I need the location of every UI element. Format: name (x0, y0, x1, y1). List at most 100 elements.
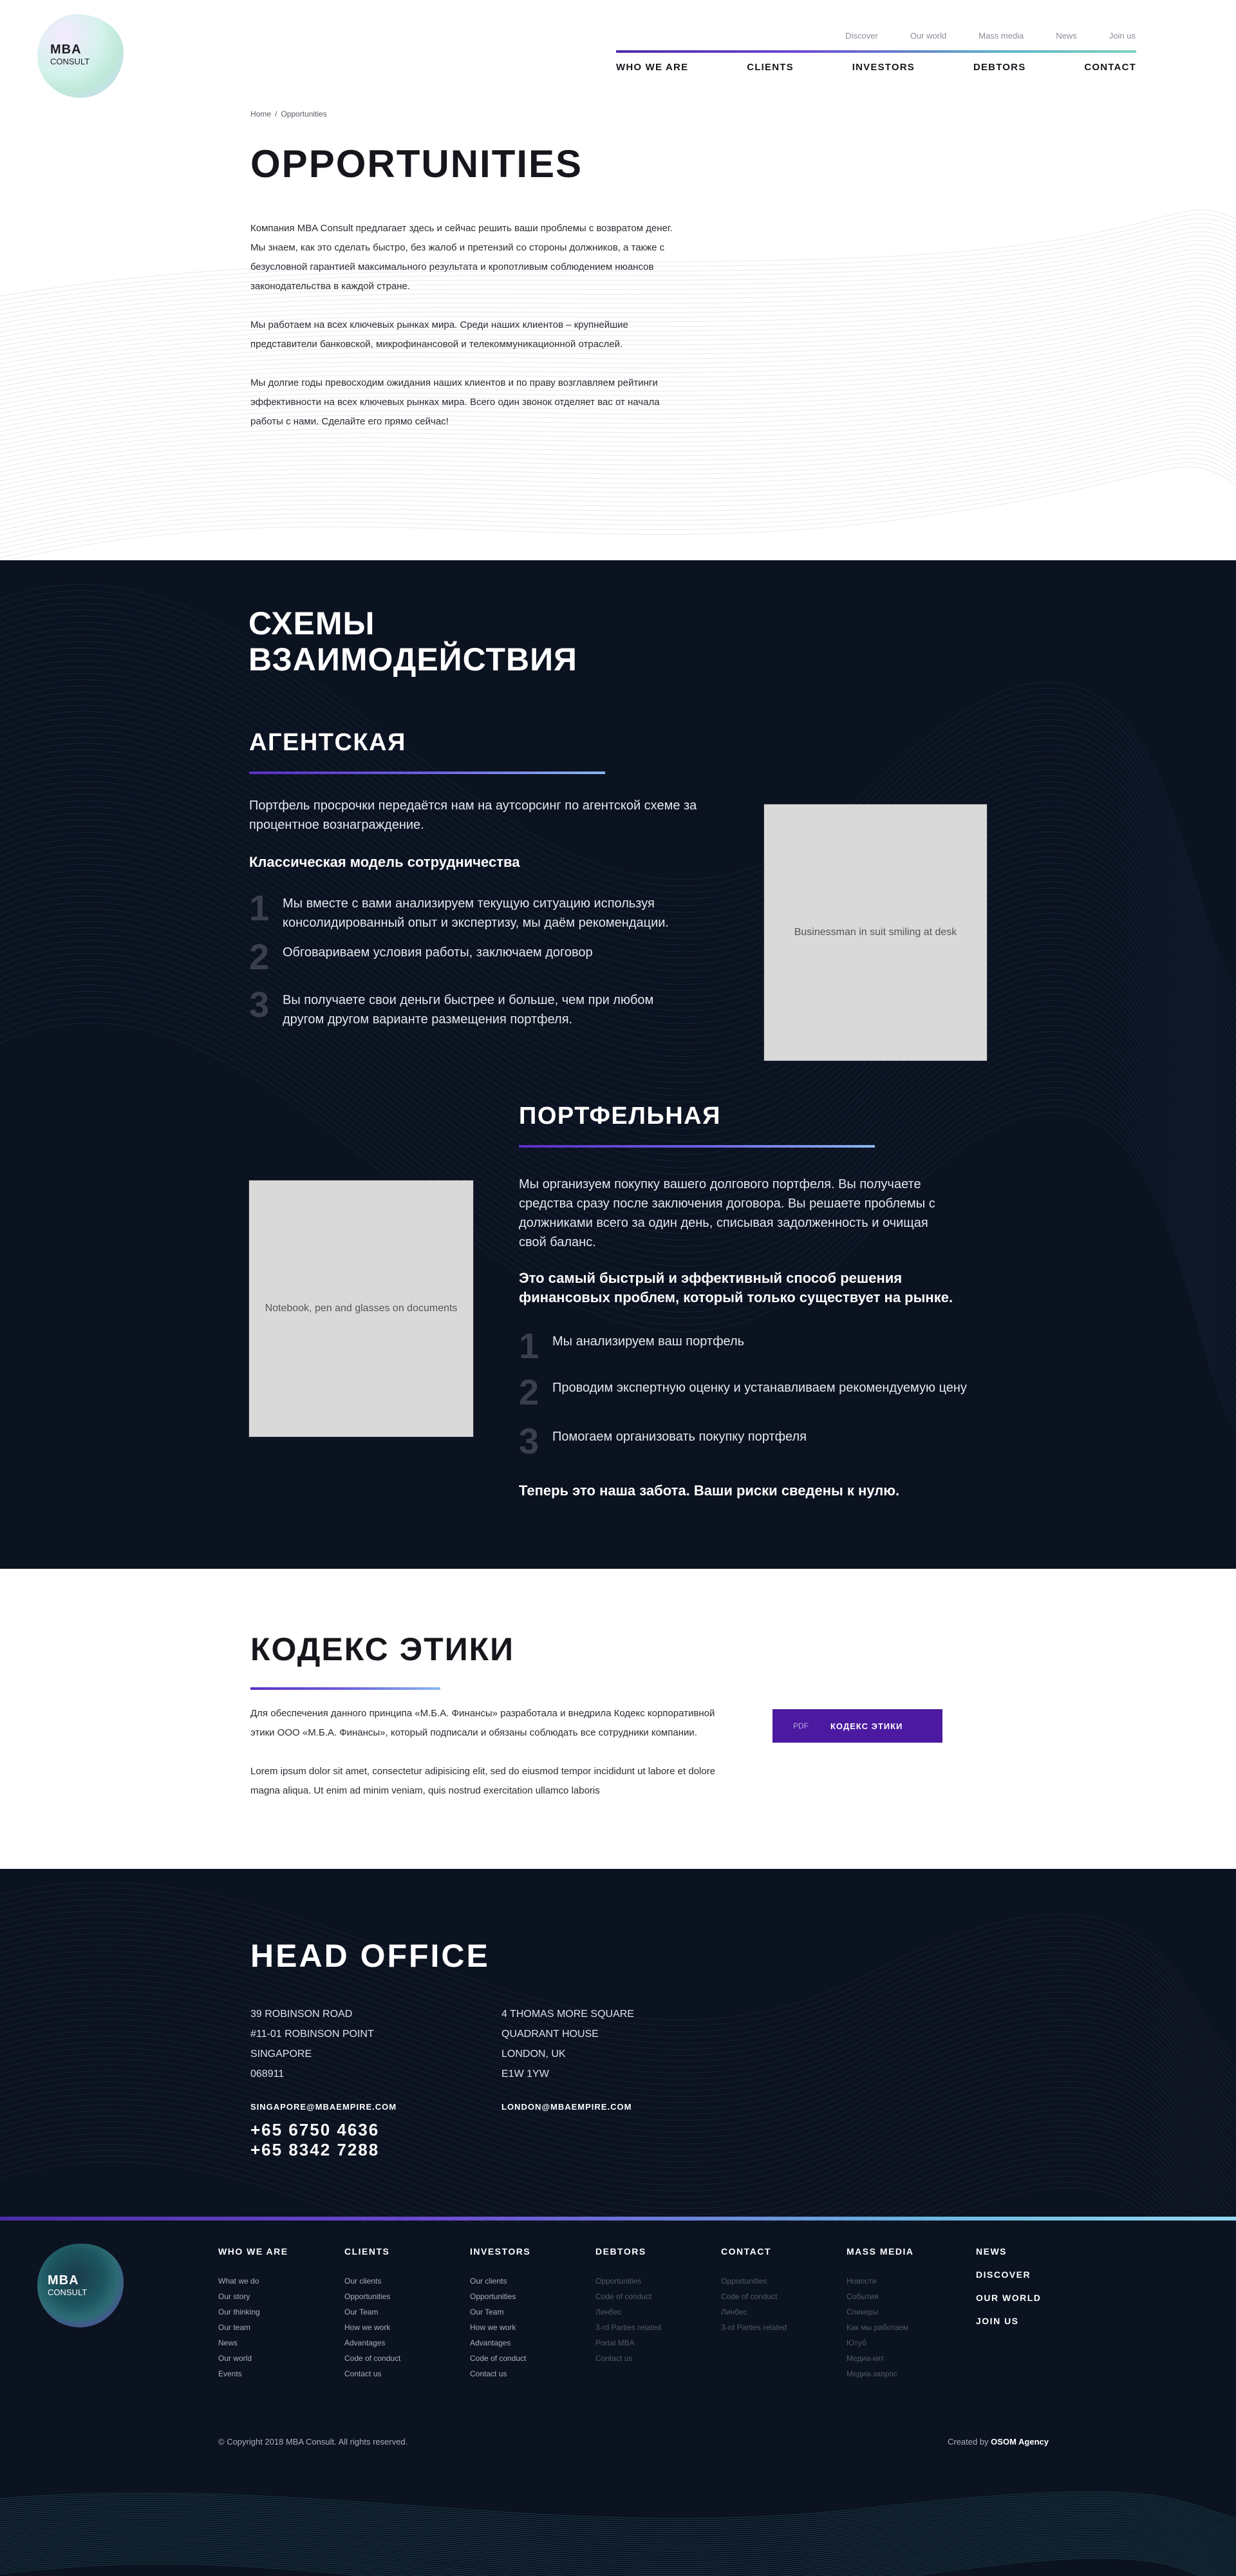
step-number: 1 (519, 1325, 539, 1366)
footer-link[interactable]: Our Team (470, 2304, 530, 2320)
footer-link[interactable]: Code of conduct (344, 2351, 400, 2366)
footer-link[interactable]: Code of conduct (470, 2351, 530, 2366)
footer-link[interactable]: Спикеры (847, 2304, 913, 2320)
footer-link[interactable]: Contact us (595, 2351, 661, 2366)
schemes-title: СХЕМЫ ВЗАИМОДЕЙСТВИЯ (248, 605, 577, 677)
intro-paragraph: Мы работаем на всех ключевых рынках мира… (250, 319, 628, 350)
schemes-title-line: СХЕМЫ (248, 605, 375, 641)
top-link-news[interactable]: News (1056, 31, 1077, 41)
agency-step: 1 Мы вместе с вами анализируем текущую с… (249, 890, 726, 933)
footer-link[interactable]: Медиа-кит (847, 2351, 913, 2366)
address-line: #11-01 ROBINSON POINT (250, 2029, 374, 2040)
footer-link[interactable]: Advantages (344, 2335, 400, 2351)
footer-link[interactable]: Новости (847, 2273, 913, 2289)
footer-column-title[interactable]: INVESTORS (470, 2246, 530, 2257)
step-number: 3 (519, 1421, 539, 1461)
breadcrumb-home[interactable]: Home (250, 109, 271, 118)
footer-column-title[interactable]: CLIENTS (344, 2246, 400, 2257)
ethics-code-pdf-button[interactable]: PDF КОДЕКС ЭТИКИ (772, 1709, 942, 1743)
footer-column: WHO WE ARE What we do Our story Our thinkin… (218, 2246, 288, 2382)
footer-link[interactable]: Our clients (470, 2273, 530, 2289)
nav-gradient-line (616, 50, 1136, 53)
footer-link[interactable]: Advantages (470, 2335, 530, 2351)
footer-link[interactable]: How we work (470, 2320, 530, 2335)
agency-link[interactable]: OSOM Agency (991, 2437, 1049, 2447)
footer-link[interactable]: Opportunities (595, 2273, 661, 2289)
footer-link[interactable]: Our team (218, 2320, 288, 2335)
footer-link[interactable]: Opportunities (470, 2289, 530, 2304)
footer-column: INVESTORS Our clients Opportunities Our Tea… (470, 2246, 530, 2382)
phone-numbers: +65 6750 4636 +65 8342 7288 (250, 2120, 379, 2160)
footer-link[interactable]: Линбес (721, 2304, 787, 2320)
footer-column-title[interactable]: DEBTORS (595, 2246, 661, 2257)
photo-caption: Businessman in suit smiling at desk (794, 927, 957, 938)
footer-link-news[interactable]: NEWS (976, 2246, 1041, 2257)
portfolio-underline (519, 1145, 875, 1148)
footer-link[interactable]: Contact us (344, 2366, 400, 2382)
wave-line (0, 2121, 1187, 2223)
footer-link[interactable]: Our world (218, 2351, 288, 2366)
footer-link[interactable]: Contact us (470, 2366, 530, 2382)
phone-link[interactable]: +65 8342 7288 (250, 2140, 379, 2160)
mba-logo[interactable]: MBA CONSULT (37, 14, 124, 98)
footer-link[interactable]: How we work (344, 2320, 400, 2335)
top-link-mass-media[interactable]: Mass media (979, 31, 1024, 41)
footer-link-join-us[interactable]: JOIN US (976, 2316, 1041, 2326)
footer-link[interactable]: Our story (218, 2289, 288, 2304)
nav-debtors[interactable]: DEBTORS (973, 62, 1025, 73)
schemes-section: СХЕМЫ ВЗАИМОДЕЙСТВИЯ АГЕНТСКАЯ Портфель … (0, 560, 1236, 1569)
footer-link[interactable]: Code of conduct (721, 2289, 787, 2304)
ethics-underline (250, 1687, 440, 1690)
footer-link-discover[interactable]: DISCOVER (976, 2269, 1041, 2280)
footer-link[interactable]: Our clients (344, 2273, 400, 2289)
footer-link[interactable]: Opportunities (721, 2273, 787, 2289)
nav-investors[interactable]: INVESTORS (852, 62, 915, 73)
copyright: © Copyright 2018 MBA Consult. All rights… (218, 2437, 408, 2447)
footer-link[interactable]: Portal MBA (595, 2335, 661, 2351)
footer-link[interactable]: Медиа-запрос (847, 2366, 913, 2382)
footer-link[interactable]: Our Team (344, 2304, 400, 2320)
wave-line (0, 2546, 1228, 2576)
footer-link[interactable]: 3-rd Parties related (595, 2320, 661, 2335)
created-by: Created by OSOM Agency (948, 2437, 1049, 2447)
address-line: SINGAPORE (250, 2049, 312, 2060)
footer-link[interactable]: Линбес (595, 2304, 661, 2320)
footer-link[interactable]: Our thinking (218, 2304, 288, 2320)
footer-link[interactable]: Opportunities (344, 2289, 400, 2304)
footer-link-our-world[interactable]: OUR WORLD (976, 2293, 1041, 2303)
wave-line (0, 458, 1236, 554)
footer-link[interactable]: Ютуб (847, 2335, 913, 2351)
office-title: HEAD OFFICE (250, 1938, 490, 1974)
footer-column-title[interactable]: CONTACT (721, 2246, 787, 2257)
phone-link[interactable]: +65 6750 4636 (250, 2120, 379, 2140)
london-address: 4 THOMAS MORE SQUARE QUADRANT HOUSE LOND… (501, 2004, 634, 2084)
schemes-title-line: ВЗАИМОДЕЙСТВИЯ (248, 641, 577, 677)
wave-line (0, 2116, 1190, 2223)
footer-column-title[interactable]: MASS MEDIA (847, 2246, 913, 2257)
footer-link[interactable]: Как мы работаем (847, 2320, 913, 2335)
footer-link[interactable]: События (847, 2289, 913, 2304)
intro-paragraph: Компания MBA Consult предлагает здесь и … (250, 223, 673, 292)
london-email-link[interactable]: LONDON@MBAEMPIRE.COM (501, 2102, 632, 2112)
footer-logo[interactable]: MBA CONSULT (37, 2244, 124, 2327)
ethics-paragraph: Для обеспечения данного принципа «М.Б.А.… (250, 1708, 715, 1738)
singapore-email-link[interactable]: SINGAPORE@MBAEMPIRE.COM (250, 2102, 397, 2112)
footer-link[interactable]: News (218, 2335, 288, 2351)
address-line: QUADRANT HOUSE (501, 2029, 599, 2040)
address-line: 4 THOMAS MORE SQUARE (501, 2009, 634, 2020)
step-text: Обговариваем условия работы, заключаем д… (283, 945, 593, 960)
portfolio-intro: Мы организуем покупку вашего долгового п… (519, 1177, 935, 1249)
footer-link[interactable]: 3-rd Parties related (721, 2320, 787, 2335)
top-link-our-world[interactable]: Our world (910, 31, 946, 41)
top-link-discover[interactable]: Discover (845, 31, 878, 41)
footer-link[interactable]: Events (218, 2366, 288, 2382)
nav-clients[interactable]: CLIENTS (747, 62, 794, 73)
footer-column-title[interactable]: WHO WE ARE (218, 2246, 288, 2257)
main-nav: WHO WE ARE CLIENTS INVESTORS DEBTORS CON… (616, 62, 1136, 73)
portfolio-step: 2 Проводим экспертную оценку и устанавли… (519, 1374, 1034, 1410)
footer-link[interactable]: What we do (218, 2273, 288, 2289)
nav-contact[interactable]: CONTACT (1084, 62, 1136, 73)
top-link-join-us[interactable]: Join us (1109, 31, 1136, 41)
nav-who-we-are[interactable]: WHO WE ARE (616, 62, 688, 73)
footer-link[interactable]: Code of conduct (595, 2289, 661, 2304)
